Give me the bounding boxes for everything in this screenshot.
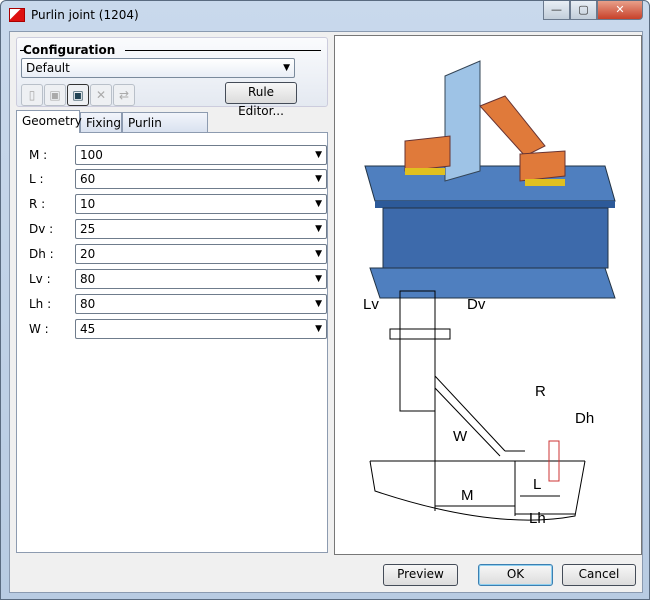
- param-label: R :: [29, 197, 46, 211]
- preview-button[interactable]: Preview: [383, 564, 458, 586]
- param-value: 20: [80, 247, 96, 261]
- tab-purlin-anchor[interactable]: Purlin anchor: [122, 112, 208, 150]
- param-row-r: R : 10 ▼: [17, 193, 329, 215]
- l-select[interactable]: 60 ▼: [75, 169, 327, 189]
- param-row-dv: Dv : 25 ▼: [17, 218, 329, 240]
- w-select[interactable]: 45 ▼: [75, 319, 327, 339]
- save-as-icon[interactable]: ▣: [67, 84, 89, 106]
- chevron-down-icon: ▼: [315, 174, 322, 184]
- chevron-down-icon: ▼: [315, 224, 322, 234]
- configuration-label: Configuration: [23, 43, 116, 57]
- label-r: R: [535, 383, 546, 400]
- param-row-l: L : 60 ▼: [17, 168, 329, 190]
- close-button[interactable]: ✕: [597, 1, 643, 20]
- label-lv: Lv: [363, 296, 379, 313]
- chevron-down-icon: ▼: [315, 199, 322, 209]
- label-m: M: [461, 487, 474, 504]
- tab-geometry[interactable]: Geometry: [16, 110, 82, 133]
- m-select[interactable]: 100 ▼: [75, 145, 327, 165]
- param-label: L :: [29, 172, 44, 186]
- lv-select[interactable]: 80 ▼: [75, 269, 327, 289]
- ok-button[interactable]: OK: [478, 564, 553, 586]
- chevron-down-icon: ▼: [315, 324, 322, 334]
- param-row-w: W : 45 ▼: [17, 318, 329, 340]
- 3d-model-illustration: [364, 60, 616, 299]
- divider: [125, 50, 321, 51]
- delete-icon[interactable]: ✕: [90, 84, 112, 106]
- save-icon[interactable]: ▣: [44, 84, 66, 106]
- dv-select[interactable]: 25 ▼: [75, 219, 327, 239]
- maximize-button[interactable]: ▢: [570, 1, 597, 20]
- rule-editor-button[interactable]: Rule Editor...: [225, 82, 297, 118]
- cancel-button[interactable]: Cancel: [562, 564, 636, 586]
- param-label: Lv :: [29, 272, 51, 286]
- geometry-panel: M : 100 ▼ L : 60 ▼ R : 10 ▼ Dv : 25 ▼ Dh : 20 ▼ Lv…: [16, 132, 328, 553]
- chevron-down-icon: ▼: [315, 150, 322, 160]
- param-row-dh: Dh : 20 ▼: [17, 243, 329, 265]
- chevron-down-icon: ▼: [315, 274, 322, 284]
- client-area: Configuration Default ▼ ▯ ▣ ▣ ✕ ⇄ Rule Ed…: [9, 31, 643, 593]
- lh-select[interactable]: 80 ▼: [75, 294, 327, 314]
- param-value: 45: [80, 322, 96, 336]
- minimize-button[interactable]: —: [543, 1, 570, 20]
- param-row-m: M : 100 ▼: [17, 144, 329, 166]
- configuration-select[interactable]: Default ▼: [21, 58, 295, 78]
- chevron-down-icon: ▼: [315, 299, 322, 309]
- label-dh: Dh: [575, 410, 594, 427]
- param-row-lv: Lv : 80 ▼: [17, 268, 329, 290]
- window-title: Purlin joint (1204): [31, 8, 139, 22]
- chevron-down-icon: ▼: [283, 63, 290, 73]
- chevron-down-icon: ▼: [315, 249, 322, 259]
- label-l: L: [533, 476, 541, 493]
- configuration-value: Default: [26, 61, 70, 75]
- new-icon[interactable]: ▯: [21, 84, 43, 106]
- param-row-lh: Lh : 80 ▼: [17, 293, 329, 315]
- param-value: 100: [80, 148, 103, 162]
- param-value: 80: [80, 297, 96, 311]
- param-label: W :: [29, 322, 49, 336]
- dialog-window: Purlin joint (1204) — ▢ ✕ Configuration …: [0, 0, 650, 600]
- param-label: Dh :: [29, 247, 54, 261]
- app-icon: [9, 8, 25, 22]
- refresh-icon[interactable]: ⇄: [113, 84, 135, 106]
- dh-select[interactable]: 20 ▼: [75, 244, 327, 264]
- label-w: W: [453, 428, 468, 445]
- param-value: 25: [80, 222, 96, 236]
- param-label: M :: [29, 148, 48, 162]
- param-label: Dv :: [29, 222, 54, 236]
- param-value: 80: [80, 272, 96, 286]
- param-value: 10: [80, 197, 96, 211]
- tab-fixing[interactable]: Fixing: [80, 112, 122, 133]
- param-value: 60: [80, 172, 96, 186]
- configuration-group: Configuration Default ▼ ▯ ▣ ▣ ✕ ⇄ Rule Ed…: [16, 37, 328, 118]
- param-label: Lh :: [29, 297, 52, 311]
- technical-drawing: [369, 290, 586, 521]
- preview-image: Lv Dv R Dh W M L Lh: [334, 35, 642, 555]
- label-dv: Dv: [467, 296, 486, 313]
- r-select[interactable]: 10 ▼: [75, 194, 327, 214]
- label-lh: Lh: [529, 510, 546, 527]
